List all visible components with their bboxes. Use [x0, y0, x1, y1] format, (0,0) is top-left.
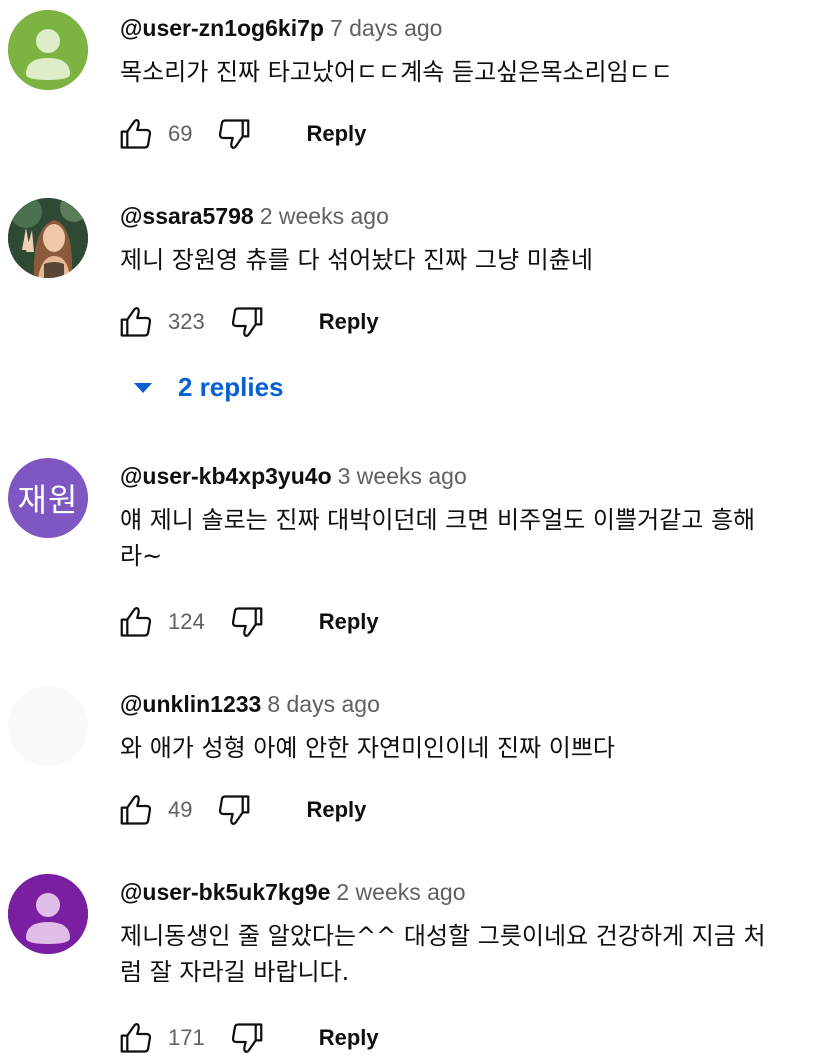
author-name[interactable]: @user-kb4xp3yu4o — [120, 463, 332, 489]
like-button[interactable] — [116, 114, 156, 154]
reply-button[interactable]: Reply — [306, 121, 366, 147]
comment-header: @user-kb4xp3yu4o 3 weeks ago — [120, 463, 467, 490]
thumbs-up-icon — [120, 1023, 152, 1053]
like-count: 171 — [168, 1025, 205, 1050]
comment-text: 얘 제니 솔로는 진짜 대박이던데 크면 비주얼도 이쁠거같고 흥해라~ — [120, 506, 756, 570]
like-button[interactable] — [116, 302, 156, 342]
dislike-button[interactable] — [214, 790, 254, 830]
author-name[interactable]: @ssara5798 — [120, 203, 254, 229]
avatar[interactable] — [8, 686, 88, 766]
comment-header: @unklin1233 8 days ago — [120, 691, 380, 718]
thumbs-up-icon — [120, 607, 152, 637]
like-button[interactable] — [116, 790, 156, 830]
like-count: 323 — [168, 309, 205, 334]
author-name[interactable]: @user-bk5uk7kg9e — [120, 879, 330, 905]
dislike-button[interactable] — [227, 602, 267, 642]
thumbs-down-icon — [219, 795, 250, 825]
reply-button[interactable]: Reply — [319, 309, 379, 335]
comment-actions: 69 Reply — [116, 114, 366, 154]
dislike-button[interactable] — [227, 1018, 267, 1058]
author-name[interactable]: @user-zn1og6ki7p — [120, 15, 324, 41]
thumbs-down-icon — [219, 119, 250, 149]
default-person-icon — [8, 10, 88, 90]
avatar[interactable] — [8, 198, 88, 278]
comment-text: 제니 장원영 츄를 다 섞어놨다 진짜 그냥 미츈네 — [120, 246, 593, 274]
view-replies-button[interactable]: 2 replies — [132, 372, 284, 403]
reply-button[interactable]: Reply — [306, 797, 366, 823]
comment-actions: 49 Reply — [116, 790, 366, 830]
author-name[interactable]: @unklin1233 — [120, 691, 261, 717]
thumbs-up-icon — [120, 307, 152, 337]
reply-button[interactable]: Reply — [319, 609, 379, 635]
default-person-icon — [8, 874, 88, 954]
like-count: 69 — [168, 121, 193, 146]
like-button[interactable] — [116, 1018, 156, 1058]
comment-actions: 171 Reply — [116, 1018, 379, 1058]
comment-header: @ssara5798 2 weeks ago — [120, 203, 389, 230]
avatar[interactable]: 재원 — [8, 458, 88, 538]
comment-text: 제니동생인 줄 알았다는^^ 대성할 그릇이네요 건강하게 지금 처럼 잘 자라… — [120, 922, 766, 986]
thumbs-down-icon — [231, 307, 263, 337]
comment-actions: 323 Reply — [116, 302, 379, 342]
comment-header: @user-zn1og6ki7p 7 days ago — [120, 15, 442, 42]
like-count: 124 — [168, 609, 205, 634]
comment-timestamp[interactable]: 2 weeks ago — [260, 203, 389, 229]
comment-actions: 124 Reply — [116, 602, 379, 642]
thumbs-down-icon — [231, 1023, 263, 1053]
comment-header: @user-bk5uk7kg9e 2 weeks ago — [120, 879, 466, 906]
dislike-button[interactable] — [214, 114, 254, 154]
comment-timestamp[interactable]: 2 weeks ago — [336, 879, 465, 905]
dislike-button[interactable] — [227, 302, 267, 342]
comment-timestamp[interactable]: 8 days ago — [267, 691, 380, 717]
avatar[interactable] — [8, 10, 88, 90]
thumbs-up-icon — [120, 795, 152, 825]
avatar-initials: 재원 — [17, 481, 79, 519]
comment-timestamp[interactable]: 7 days ago — [330, 15, 443, 41]
comment-text: 목소리가 진짜 타고났어ㄷㄷ계속 듣고싶은목소리임ㄷㄷ — [120, 58, 673, 86]
comment-timestamp[interactable]: 3 weeks ago — [338, 463, 467, 489]
like-button[interactable] — [116, 602, 156, 642]
caret-down-icon — [132, 377, 154, 399]
comment-text: 와 애가 성형 아예 안한 자연미인이네 진짜 이쁘다 — [120, 734, 616, 762]
thumbs-down-icon — [231, 607, 263, 637]
like-count: 49 — [168, 797, 193, 822]
profile-photo — [8, 198, 88, 278]
reply-button[interactable]: Reply — [319, 1025, 379, 1051]
avatar[interactable] — [8, 874, 88, 954]
replies-count-label: 2 replies — [178, 372, 284, 402]
thumbs-up-icon — [120, 119, 152, 149]
